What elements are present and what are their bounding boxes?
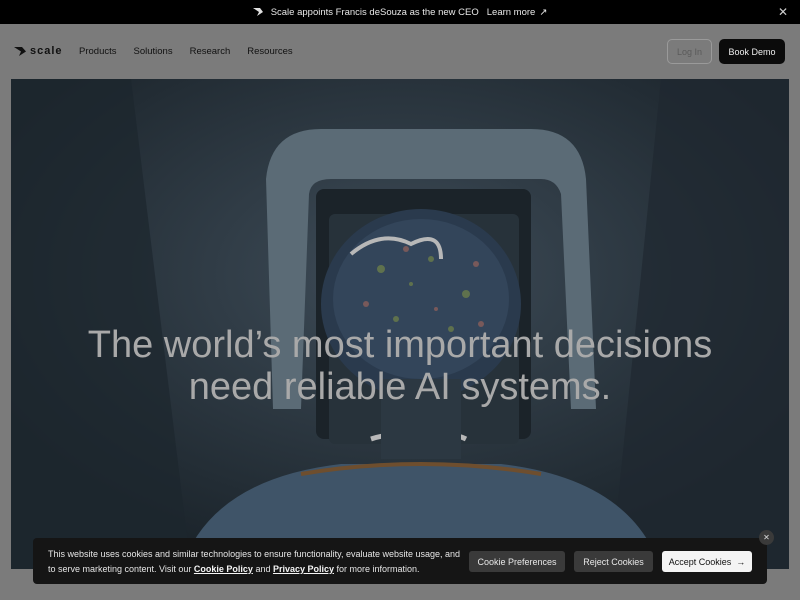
top-navigation: scale Products Solutions Research Resour…: [0, 24, 800, 79]
arrow-up-right-icon: ↗: [539, 6, 548, 18]
close-icon[interactable]: ✕: [759, 530, 774, 545]
announcement-text: Scale appoints Francis deSouza as the ne…: [270, 6, 479, 18]
nav-item-research[interactable]: Research: [190, 46, 231, 57]
nav-links: Products Solutions Research Resources: [79, 46, 293, 57]
reject-cookies-button[interactable]: Reject Cookies: [574, 551, 653, 572]
close-icon[interactable]: ✕: [778, 5, 788, 19]
nav-item-products[interactable]: Products: [79, 46, 117, 57]
brand-name: scale: [30, 45, 63, 57]
cookie-text-and: and: [252, 563, 273, 574]
hero-section: The world’s most important decisions nee…: [11, 79, 789, 569]
announcement-bar: Scale appoints Francis deSouza as the ne…: [0, 0, 800, 24]
privacy-policy-link[interactable]: Privacy Policy: [273, 564, 334, 574]
cookie-policy-link[interactable]: Cookie Policy: [194, 564, 253, 574]
arrow-right-icon: →: [736, 556, 746, 567]
learn-more-link[interactable]: Learn more ↗: [487, 7, 548, 18]
nav-item-resources[interactable]: Resources: [247, 46, 292, 57]
cookie-banner: This website uses cookies and similar te…: [33, 538, 767, 584]
login-button[interactable]: Log In: [667, 39, 712, 64]
book-demo-button[interactable]: Book Demo: [719, 39, 785, 64]
cookie-preferences-button[interactable]: Cookie Preferences: [469, 551, 565, 572]
brand-logo[interactable]: scale: [14, 45, 63, 57]
hero-title-line-2: need reliable AI systems.: [188, 366, 612, 408]
hero-title-line-1: The world’s most important decisions: [87, 324, 713, 366]
accept-cookies-label: Accept Cookies: [668, 556, 732, 567]
scale-logo-icon: [14, 46, 26, 56]
nav-item-solutions[interactable]: Solutions: [134, 46, 173, 57]
hero-title: The world’s most important decisions nee…: [11, 324, 789, 408]
scale-logo-icon: [252, 8, 263, 16]
cookie-text-after: for more information.: [334, 563, 420, 574]
accept-cookies-button[interactable]: Accept Cookies →: [662, 551, 752, 572]
cookie-message: This website uses cookies and similar te…: [48, 547, 468, 576]
learn-more-label: Learn more: [486, 6, 536, 18]
